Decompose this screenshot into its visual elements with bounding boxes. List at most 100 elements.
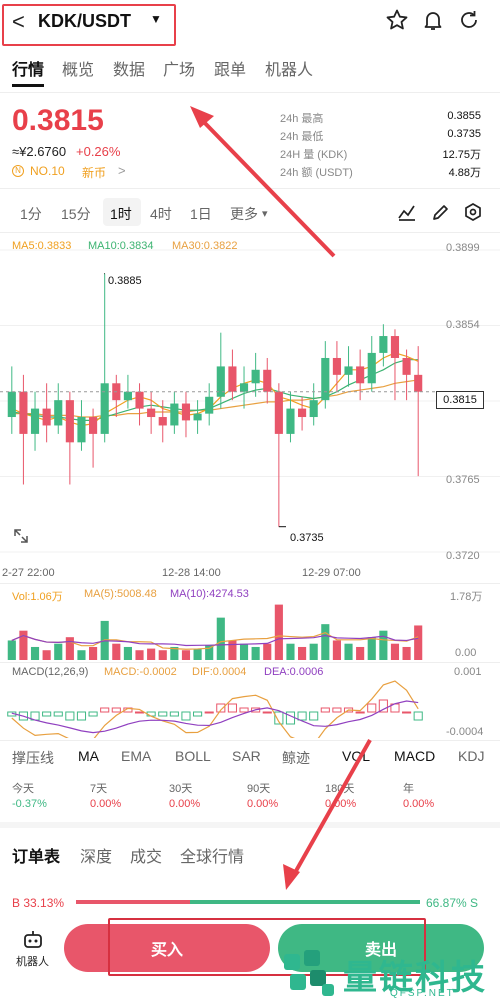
perf-label: 7天 — [90, 783, 108, 795]
bell-icon[interactable] — [421, 8, 445, 32]
candle-body — [54, 400, 63, 426]
candle-body — [251, 369, 260, 384]
candle-body — [205, 396, 214, 414]
macd-bar — [88, 711, 98, 717]
interval-more[interactable]: 更多 — [230, 204, 258, 224]
y-axis-label: 0.3765 — [446, 474, 480, 486]
candle-body — [147, 408, 156, 418]
chart-settings-icon[interactable] — [463, 202, 483, 222]
candle-body — [286, 408, 295, 434]
macd-bar — [42, 711, 52, 717]
tab-market[interactable]: 行情 — [12, 56, 44, 80]
candle-body — [239, 383, 249, 392]
tab-copy-trade[interactable]: 跟单 — [214, 56, 246, 80]
chevron-right-icon[interactable]: > — [118, 163, 126, 178]
macd-bar — [227, 703, 237, 713]
divider — [0, 662, 500, 663]
interval-1h[interactable]: 1时 — [110, 204, 132, 224]
indicator-kdj[interactable]: KDJ — [458, 748, 484, 764]
draw-pencil-icon[interactable] — [431, 202, 451, 222]
y-axis-label: 0.3854 — [446, 319, 480, 331]
robot-label[interactable]: 机器人 — [16, 953, 49, 969]
indicator-ma[interactable]: MA — [78, 748, 99, 764]
interval-15m[interactable]: 15分 — [61, 204, 91, 224]
indicator-ema[interactable]: EMA — [121, 748, 151, 764]
refresh-icon[interactable] — [457, 8, 481, 32]
vol-ma5-legend: MA(5):5008.48 — [84, 588, 157, 600]
header: < KDK/USDT ▼ — [0, 0, 500, 46]
perf-value: 0.00% — [247, 798, 279, 810]
volume-bar — [228, 640, 237, 660]
candle-body — [321, 357, 330, 401]
tab-global[interactable]: 全球行情 — [180, 843, 244, 867]
high-annotation: 0.3885 — [108, 275, 142, 287]
more-caret-icon[interactable]: ▾ — [262, 207, 268, 220]
macd-bar — [355, 711, 365, 714]
indicator-macd[interactable]: MACD — [394, 748, 435, 764]
new-coin-tag[interactable]: 新币 — [82, 164, 106, 181]
macd-bar — [309, 711, 319, 721]
candle-body — [181, 403, 191, 421]
indicator-vol[interactable]: VOL — [342, 748, 370, 764]
candle-body — [367, 352, 376, 384]
tab-orderbook[interactable]: 订单表 — [12, 843, 60, 867]
volume-bar — [274, 604, 283, 660]
volume-bar — [298, 646, 307, 660]
candle-body — [309, 400, 318, 418]
dea-value: DEA:0.0006 — [264, 666, 324, 678]
rank-icon: N — [12, 165, 24, 177]
perf-value: -0.37% — [12, 798, 47, 810]
candle-body — [77, 417, 86, 443]
volume-bar — [193, 648, 202, 660]
back-icon[interactable]: < — [12, 9, 25, 35]
interval-1d[interactable]: 1日 — [190, 204, 212, 224]
indicator-boll[interactable]: BOLL — [175, 748, 211, 764]
tab-depth[interactable]: 深度 — [80, 843, 112, 867]
dif-line — [11, 680, 419, 738]
x-axis-label: 12-28 14:00 — [162, 567, 221, 579]
indicator-sar[interactable]: SAR — [232, 748, 261, 764]
perf-label: 今天 — [12, 783, 34, 795]
candlestick-chart[interactable] — [0, 232, 500, 562]
indicator-settings-icon[interactable] — [397, 202, 417, 222]
x-axis-label: 2-27 22:00 — [2, 567, 55, 579]
macd-bar — [134, 711, 145, 714]
volume-chart — [7, 604, 423, 660]
tab-robot[interactable]: 机器人 — [265, 56, 313, 80]
candle-body — [193, 413, 202, 421]
tab-square[interactable]: 广场 — [163, 56, 195, 80]
macd-bar — [204, 711, 214, 714]
robot-icon[interactable] — [22, 930, 44, 950]
indicator-support-resistance[interactable]: 撑压线 — [12, 748, 54, 768]
candle-body — [414, 374, 423, 392]
macd-bar — [76, 711, 87, 721]
divider — [0, 188, 500, 189]
macd-bar — [367, 703, 377, 713]
volume-bar — [42, 650, 51, 660]
macd-bar — [181, 711, 191, 721]
stat-value: 0.3855 — [447, 110, 481, 122]
tab-overview[interactable]: 概览 — [62, 56, 94, 80]
volume-bar — [77, 650, 86, 660]
macd-bar — [193, 711, 203, 717]
candle-body — [89, 417, 98, 434]
volume-bar — [123, 646, 132, 660]
fullscreen-icon[interactable] — [12, 527, 30, 545]
volume-bar — [158, 650, 167, 660]
candle-body — [390, 336, 400, 358]
macd-axis-label: 0.001 — [454, 666, 482, 678]
perf-label: 90天 — [247, 783, 271, 795]
macd-chart — [7, 680, 423, 738]
tab-data[interactable]: 数据 — [113, 56, 145, 80]
pair-title[interactable]: KDK/USDT — [38, 11, 131, 32]
star-icon[interactable] — [385, 8, 409, 32]
pair-dropdown-icon[interactable]: ▼ — [150, 12, 162, 26]
tab-trades[interactable]: 成交 — [130, 843, 162, 867]
interval-4h[interactable]: 4时 — [150, 204, 172, 224]
candle-body — [344, 366, 353, 375]
indicator-whale[interactable]: 鲸迹 — [282, 748, 310, 768]
stat-value: 0.3735 — [447, 128, 481, 140]
macd-bar — [111, 707, 121, 713]
interval-1m[interactable]: 1分 — [20, 204, 42, 224]
vol-ma10-legend: MA(10):4274.53 — [170, 588, 249, 600]
